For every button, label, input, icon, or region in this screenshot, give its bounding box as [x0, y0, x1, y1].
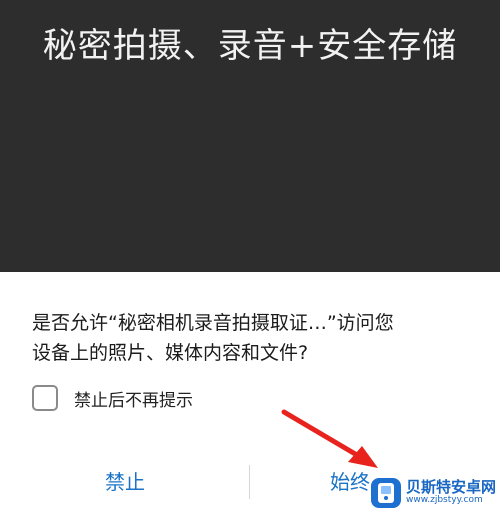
dialog-message-line-2: 设备上的照片、媒体内容和文件? [32, 342, 309, 364]
dont-ask-again-checkbox[interactable] [32, 385, 58, 411]
dont-ask-again-row[interactable]: 禁止后不再提示 [32, 384, 193, 412]
banner-title: 秘密拍摄、录音+安全存储 [42, 26, 458, 66]
bestandroid-logo-icon [371, 477, 401, 508]
dialog-message-line-1: 是否允许“秘密相机录音拍摄取证…”访问您 [32, 312, 394, 334]
watermark: 贝斯特安卓网 www.zjbstyy.com [370, 468, 500, 517]
dialog-message: 是否允许“秘密相机录音拍摄取证…”访问您 设备上的照片、媒体内容和文件? [32, 308, 472, 368]
deny-button[interactable]: 禁止 [0, 457, 250, 507]
app-background: 秘密拍摄、录音+安全存储 [0, 0, 500, 272]
watermark-name: 贝斯特安卓网 [406, 477, 497, 496]
watermark-url: www.zjbstyy.com [406, 494, 483, 505]
watermark-text: 贝斯特安卓网 www.zjbstyy.com [406, 477, 497, 505]
dont-ask-again-label: 禁止后不再提示 [74, 390, 193, 411]
